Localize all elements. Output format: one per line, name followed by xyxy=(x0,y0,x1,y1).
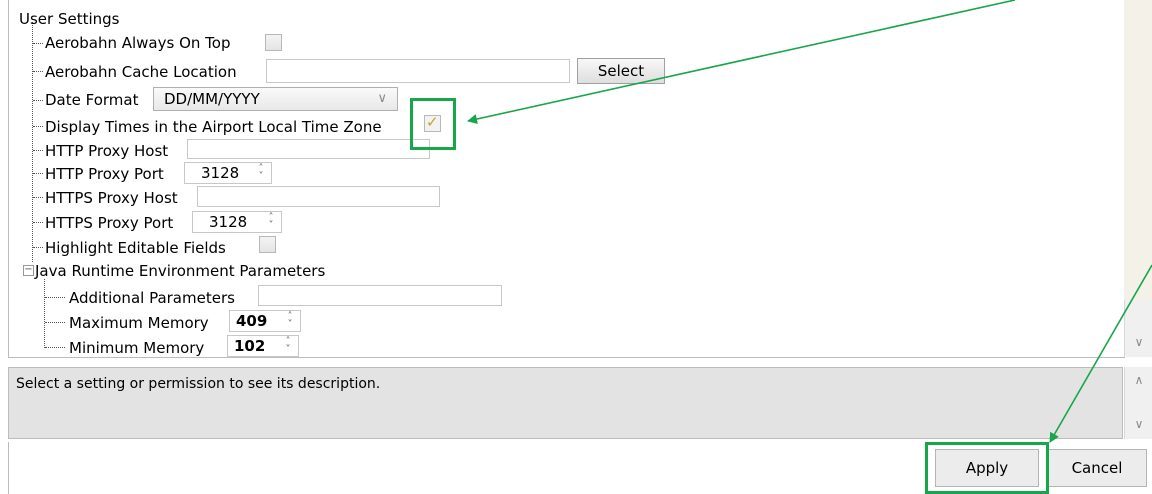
arrow-to-apply xyxy=(1049,264,1152,443)
arrow-to-checkbox xyxy=(467,0,1016,124)
annotation-arrows xyxy=(467,0,1152,443)
